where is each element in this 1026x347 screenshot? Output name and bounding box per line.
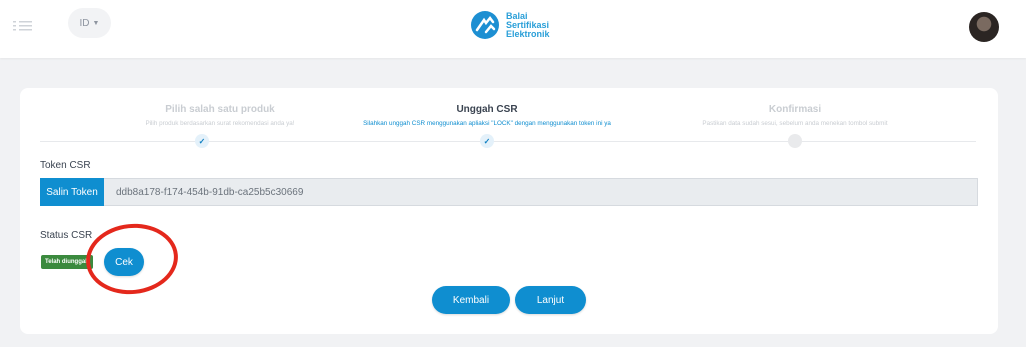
step-1: Pilih salah satu produk Pilih produk ber… bbox=[100, 104, 340, 127]
avatar[interactable] bbox=[969, 12, 999, 42]
progress-line bbox=[40, 141, 976, 142]
check-button[interactable]: Cek bbox=[104, 248, 144, 276]
bsre-logo-icon bbox=[471, 11, 499, 39]
back-button[interactable]: Kembali bbox=[432, 286, 510, 314]
language-selector[interactable]: ID ▼ bbox=[68, 8, 111, 38]
next-button[interactable]: Lanjut bbox=[515, 286, 586, 314]
language-label: ID bbox=[79, 17, 90, 29]
top-bar: ID ▼ Balai Sertifikasi Elektronik bbox=[0, 0, 1026, 58]
caret-down-icon: ▼ bbox=[92, 19, 100, 27]
step-1-title: Pilih salah satu produk bbox=[165, 104, 275, 115]
step-2: Unggah CSR Silahkan unggah CSR menggunak… bbox=[327, 104, 647, 127]
check-icon: ✓ bbox=[195, 134, 209, 148]
logo-line-3: Elektronik bbox=[506, 28, 550, 39]
step-2-title: Unggah CSR bbox=[456, 104, 518, 115]
status-label: Status CSR bbox=[40, 230, 93, 241]
menu-icon[interactable] bbox=[12, 16, 34, 36]
token-input[interactable] bbox=[104, 178, 978, 206]
step-2-description: Silahkan unggah CSR menggunakan apliaksi… bbox=[363, 120, 611, 127]
logo: Balai Sertifikasi Elektronik bbox=[470, 7, 550, 43]
token-label: Token CSR bbox=[40, 160, 91, 171]
copy-token-button[interactable]: Salin Token bbox=[40, 178, 104, 206]
step-1-description: Pilih produk berdasarkan surat rekomenda… bbox=[145, 120, 295, 127]
step-3-description: Pastikan data sudah sesui, sebelum anda … bbox=[702, 120, 888, 127]
step-3-pending-dot bbox=[788, 134, 802, 148]
logo-text: Balai Sertifikasi Elektronik bbox=[506, 11, 550, 39]
csr-card: Pilih salah satu produk Pilih produk ber… bbox=[20, 88, 998, 334]
step-3: Konfirmasi Pastikan data sudah sesui, se… bbox=[650, 104, 940, 127]
step-3-title: Konfirmasi bbox=[768, 104, 822, 115]
check-icon: ✓ bbox=[480, 134, 494, 148]
status-badge: Telah diunggah bbox=[41, 255, 93, 269]
token-group: Salin Token bbox=[40, 178, 978, 206]
